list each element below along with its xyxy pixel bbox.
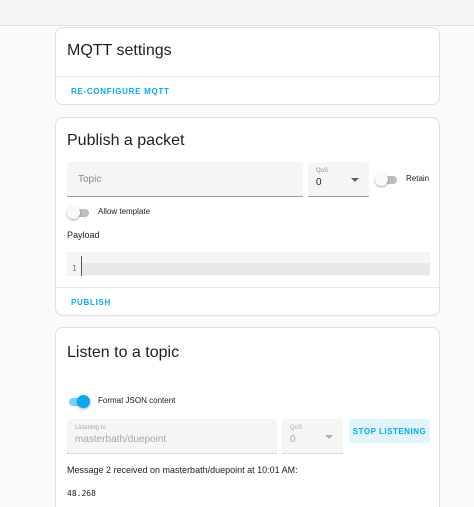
format-json-label: Format JSON content [98,396,176,405]
top-bar [0,0,474,26]
stop-listening-button[interactable]: STOP LISTENING [349,419,430,443]
active-line [81,263,430,275]
message-value: 48.268 [67,489,96,498]
retain-toggle[interactable] [375,173,397,186]
qos-label: QoS [316,168,329,174]
divider [56,287,439,288]
toggle-thumb [67,206,80,219]
qos-value: 0 [290,434,296,445]
toggle-thumb [375,173,388,186]
listen-topic-title: Listen to a topic [67,344,180,361]
publish-button[interactable]: PUBLISH [71,298,111,307]
reconfigure-mqtt-button[interactable]: RE-CONFIGURE MQTT [71,87,170,96]
toggle-thumb [77,395,90,408]
listen-topic-card: Listen to a topic Format JSON content Li… [55,327,440,507]
text-cursor [81,256,82,276]
mqtt-settings-card: MQTT settings RE-CONFIGURE MQTT [55,27,440,105]
divider [56,76,439,77]
chevron-down-icon [325,435,333,439]
topic-placeholder: Topic [78,174,102,185]
listening-value: masterbath/duepoint [75,434,167,445]
mqtt-settings-title: MQTT settings [67,42,172,59]
publish-packet-card: Publish a packet Topic QoS 0 Retain Allo… [55,117,440,316]
format-json-toggle[interactable] [67,395,90,408]
qos-value: 0 [316,177,322,188]
retain-label: Retain [406,174,430,183]
listening-topic-input[interactable]: Listening to masterbath/duepoint [67,419,277,454]
listen-qos-select[interactable]: QoS 0 [282,419,343,454]
allow-template-toggle[interactable] [67,206,89,219]
message-header: Message 2 received on masterbath/duepoin… [67,465,298,475]
chevron-down-icon [351,178,359,182]
line-number: 1 [72,264,77,273]
payload-editor[interactable]: 1 [67,252,430,276]
qos-label: QoS [290,425,303,431]
publish-packet-title: Publish a packet [67,132,185,149]
editor-gutter: 1 [67,252,81,276]
allow-template-label: Allow template [98,207,151,216]
listening-label: Listening to [75,425,106,431]
payload-label: Payload [67,230,100,240]
topic-input[interactable]: Topic [67,162,303,197]
qos-select[interactable]: QoS 0 [308,162,369,197]
